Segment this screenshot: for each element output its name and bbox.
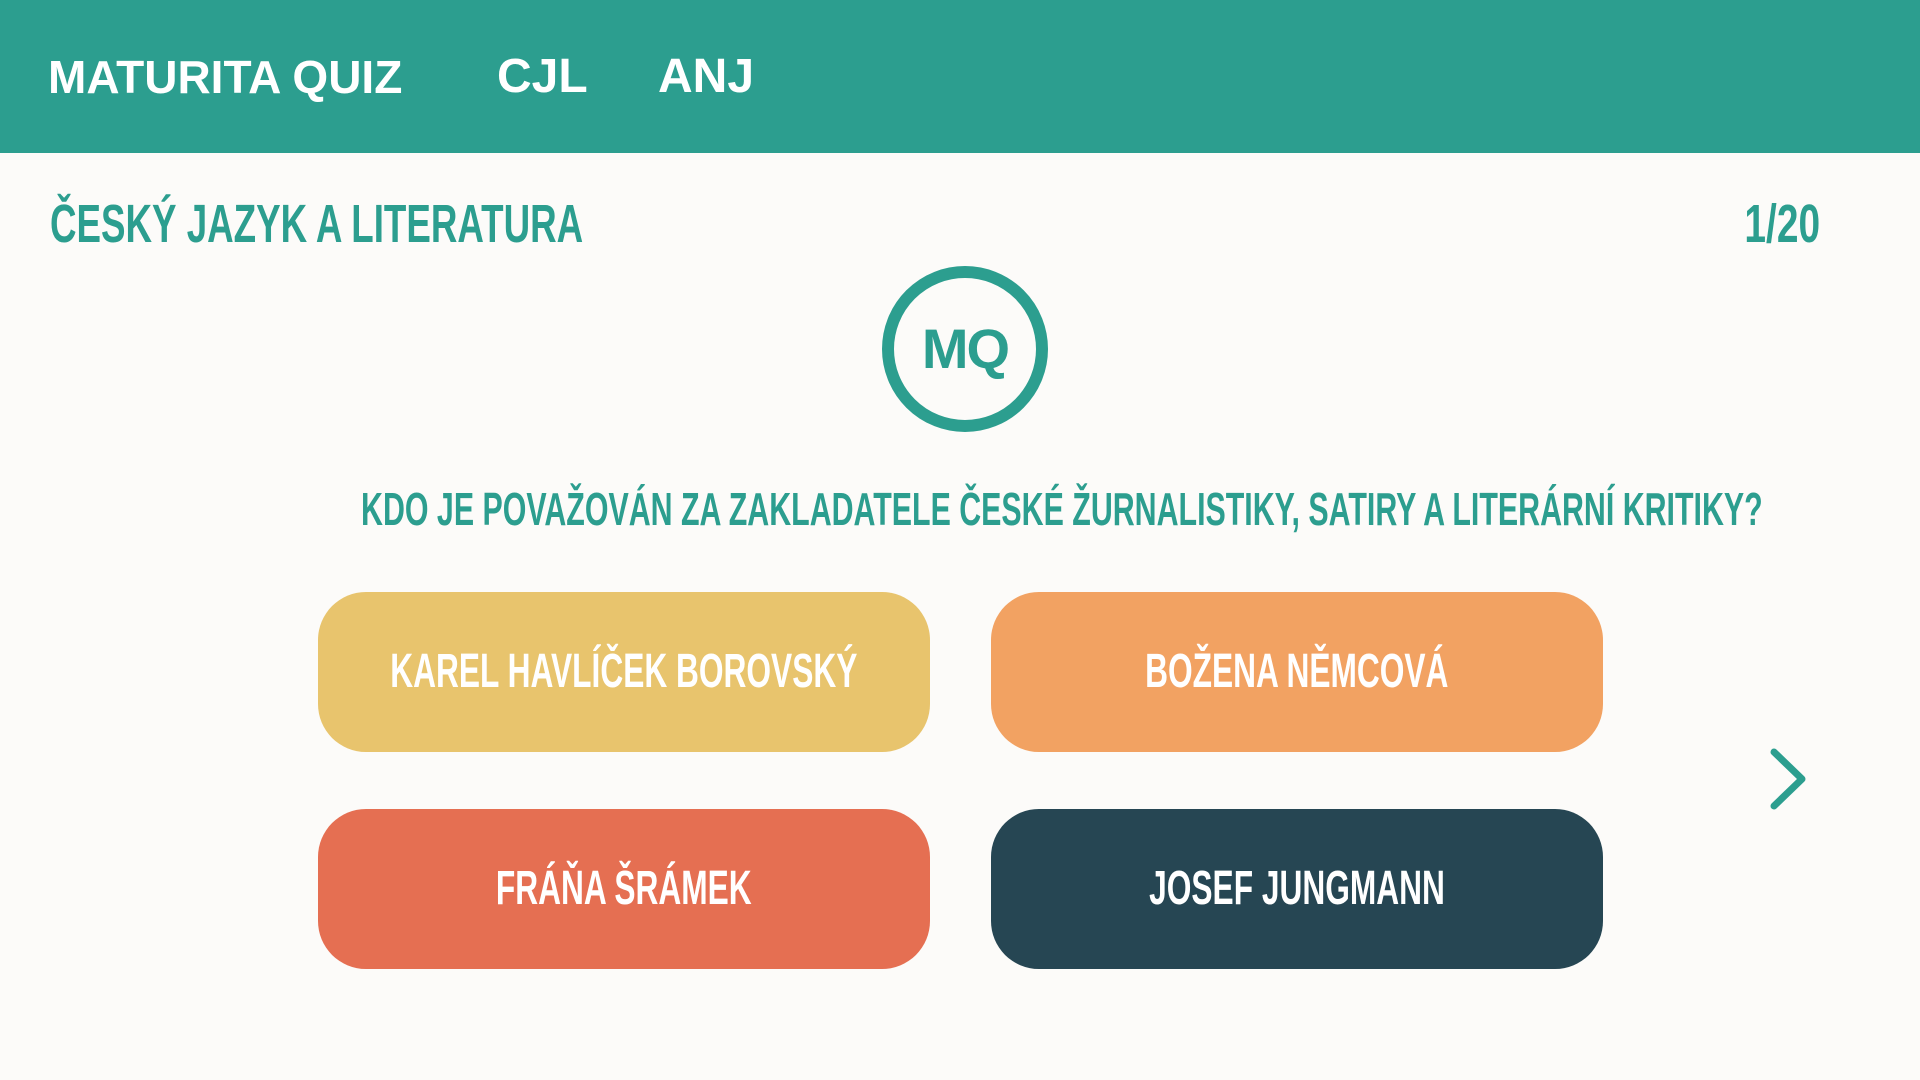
logo-text: MQ — [921, 317, 1010, 380]
quiz-logo: MQ — [882, 266, 1048, 432]
nav-link-cjl[interactable]: CJL — [497, 48, 588, 106]
answer-button-2[interactable]: BOŽENA NĚMCOVÁ — [991, 592, 1603, 752]
brand-link[interactable]: MATURITA QUIZ — [48, 48, 402, 106]
answer-label: KAREL HAVLÍČEK BOROVSKÝ — [390, 645, 858, 698]
answer-button-1[interactable]: KAREL HAVLÍČEK BOROVSKÝ — [318, 592, 930, 752]
nav-link-anj[interactable]: ANJ — [658, 48, 754, 106]
answer-button-4[interactable]: JOSEF JUNGMANN — [991, 809, 1603, 969]
question-progress: 1/20 — [1744, 194, 1820, 254]
subject-title: ČESKÝ JAZYK A LITERATURA — [50, 194, 584, 254]
answer-label: BOŽENA NĚMCOVÁ — [1145, 645, 1449, 698]
answer-label: FRÁŇA ŠRÁMEK — [496, 862, 752, 915]
top-navigation-bar: MATURITA QUIZ CJL ANJ — [0, 0, 1920, 153]
next-question-button[interactable] — [1762, 744, 1812, 814]
question-text: KDO JE POVAŽOVÁN ZA ZAKLADATELE ČESKÉ ŽU… — [361, 483, 1763, 535]
question-container: KDO JE POVAŽOVÁN ZA ZAKLADATELE ČESKÉ ŽU… — [0, 478, 1920, 540]
answer-label: JOSEF JUNGMANN — [1149, 862, 1445, 915]
answer-button-3[interactable]: FRÁŇA ŠRÁMEK — [318, 809, 930, 969]
chevron-right-icon — [1770, 748, 1806, 810]
